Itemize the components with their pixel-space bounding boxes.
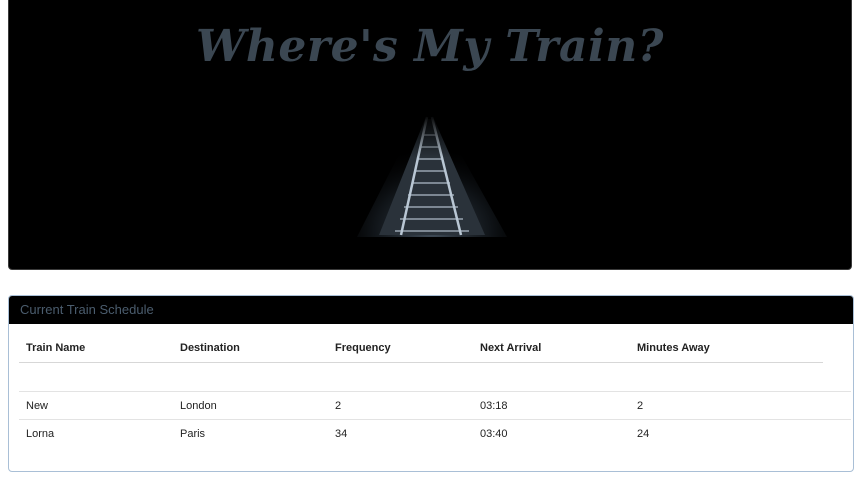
- column-header-minutes-away: Minutes Away: [630, 334, 823, 363]
- cell-next-arrival: 03:40: [480, 427, 508, 440]
- table-header-row: Train Name Destination Frequency Next Ar…: [19, 334, 851, 363]
- column-header-destination: Destination: [173, 334, 328, 363]
- panel-heading: Current Train Schedule: [9, 296, 853, 324]
- page-title: Where's My Train?: [196, 21, 664, 72]
- schedule-panel: Current Train Schedule Train Name Destin…: [8, 295, 854, 472]
- table-spacer-row: [19, 362, 851, 392]
- jumbotron: Where's My Train?: [8, 0, 852, 270]
- cell-frequency: 2: [328, 391, 473, 420]
- cell-destination: London: [173, 391, 328, 420]
- table-row: Lorna Paris 34 03:40 24: [19, 420, 851, 448]
- page: Where's My Train? Current Train Schedule…: [0, 0, 864, 480]
- cell-destination: Paris: [180, 427, 206, 440]
- cell-minutes-away: 2: [630, 391, 823, 420]
- column-header-train-name: Train Name: [19, 334, 173, 363]
- cell-next-arrival: 03:18: [473, 391, 630, 420]
- schedule-table: Train Name Destination Frequency Next Ar…: [19, 334, 851, 447]
- cell-frequency: 34: [335, 427, 348, 440]
- table-row: New London 2 03:18 2: [19, 391, 851, 420]
- column-header-spacer: [823, 334, 851, 363]
- railroad-tracks-image: [357, 115, 507, 237]
- column-header-frequency: Frequency: [328, 334, 473, 363]
- column-header-next-arrival: Next Arrival: [473, 334, 630, 363]
- cell-minutes-away: 24: [637, 427, 650, 440]
- cell-train-name: New: [19, 391, 173, 420]
- cell-train-name: Lorna: [26, 427, 55, 440]
